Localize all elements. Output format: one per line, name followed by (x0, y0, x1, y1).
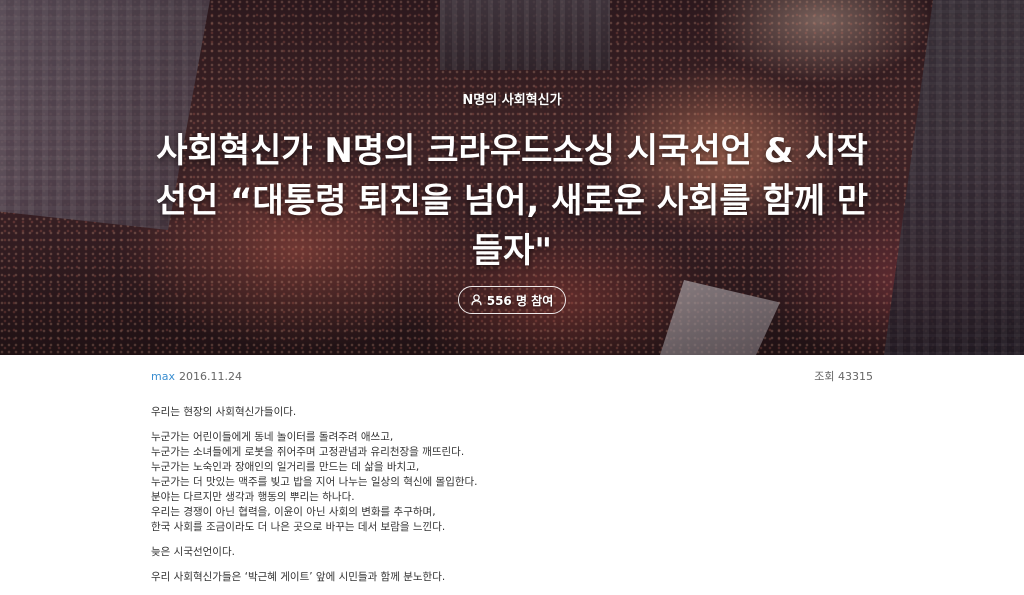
paragraph-line: 누군가는 노숙인과 장애인의 일거리를 만드는 데 삶을 바치고, (151, 461, 420, 473)
article-body: 우리는 현장의 사회혁신가들이다. 누군가는 어린이들에게 동네 놀이터를 돌려… (151, 405, 873, 595)
paragraph-line: 누군가는 어린이들에게 동네 놀이터를 돌려주려 애쓰고, (151, 431, 394, 443)
hero-content: N명의 사회혁신가 사회혁신가 N명의 크라우드소싱 시국선언 & 시작선언 “… (0, 0, 1024, 355)
participants-badge[interactable]: 556 명 참여 (457, 286, 567, 314)
view-count: 조회 43315 (814, 370, 873, 383)
post-date: 2016.11.24 (178, 369, 242, 383)
page-title: 사회혁신가 N명의 크라우드소싱 시국선언 & 시작선언 “대통령 퇴진을 넘어… (155, 131, 869, 271)
paragraph-line: 한국 사회를 조금이라도 더 나은 곳으로 바꾸는 데서 보람을 느낀다. (151, 521, 446, 533)
post-meta: max 2016.11.24 조회 43315 (151, 368, 873, 384)
paragraph-intro: 우리는 현장의 사회혁신가들이다. (151, 406, 297, 418)
hero-banner: N명의 사회혁신가 사회혁신가 N명의 크라우드소싱 시국선언 & 시작선언 “… (0, 0, 1024, 355)
author-date: max 2016.11.24 (151, 370, 242, 383)
paragraph-line: 분야는 다르지만 생각과 행동의 뿌리는 하나다. (151, 491, 355, 503)
author-link[interactable]: max (151, 370, 175, 383)
user-icon (471, 294, 482, 306)
paragraph-line: 누군가는 더 맛있는 맥주를 빚고 밥을 지어 나누는 일상의 혁신에 몰입한다… (151, 476, 478, 488)
paragraph-1: 누군가는 어린이들에게 동네 놀이터를 돌려주려 애쓰고, 누군가는 소녀들에게… (151, 430, 873, 535)
paragraph-partial: 우리 사회혁신가들은 ‘박근혜 게이트’ 앞에 시민들과 함께 분노한다. (151, 571, 446, 583)
paragraph-line: 우리는 경쟁이 아닌 협력을, 이윤이 아닌 사회의 변화를 추구하며, (151, 506, 436, 518)
paragraph-late: 늦은 시국선언이다. (151, 546, 235, 558)
participants-count: 556 명 참여 (486, 293, 554, 308)
category-label[interactable]: N명의 사회혁신가 (462, 89, 561, 108)
paragraph-line: 누군가는 소녀들에게 로봇을 쥐어주며 고정관념과 유리천장을 깨뜨린다. (151, 446, 465, 458)
